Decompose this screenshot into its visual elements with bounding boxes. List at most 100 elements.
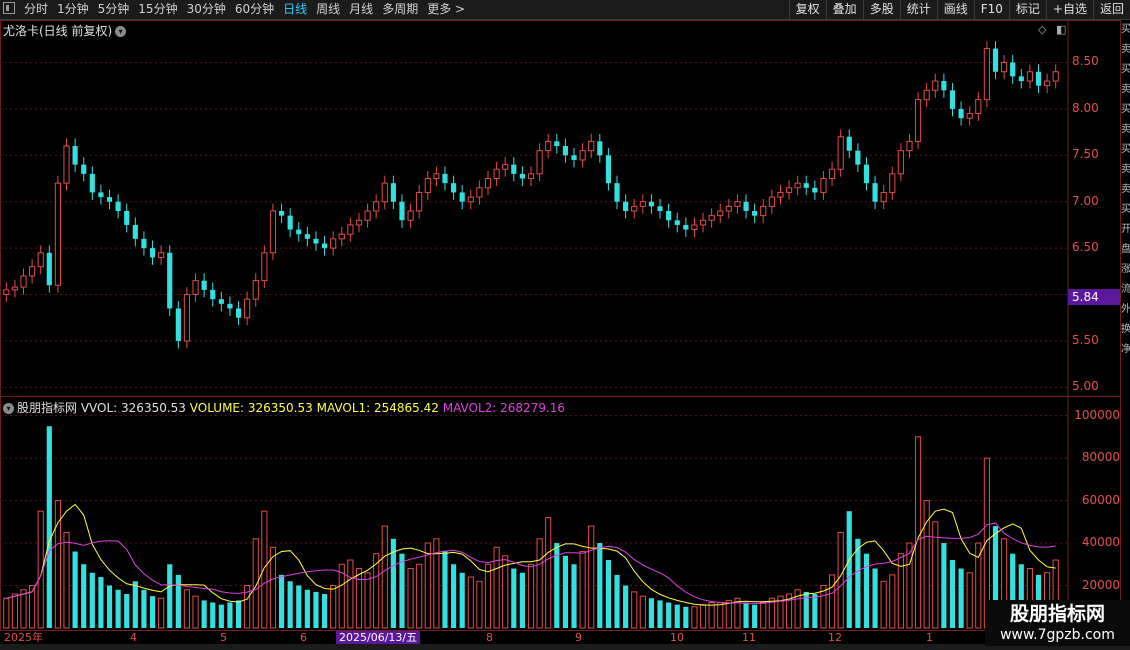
candle-body bbox=[932, 80, 939, 91]
volume-bar bbox=[502, 555, 509, 629]
volume-bar bbox=[519, 572, 525, 628]
candle-body bbox=[768, 196, 775, 207]
volume-bar bbox=[355, 568, 363, 629]
candle-body bbox=[192, 280, 199, 296]
side-strip-item[interactable]: 买 bbox=[1121, 20, 1130, 40]
date-tick-label: 8 bbox=[486, 631, 493, 644]
volume-bar bbox=[674, 604, 680, 628]
volume-bar bbox=[536, 538, 543, 629]
candle-body bbox=[106, 197, 113, 202]
candle-body bbox=[699, 219, 707, 226]
candle-body bbox=[605, 155, 611, 184]
side-strip-item[interactable]: 买 bbox=[1121, 100, 1130, 120]
side-strip-item[interactable]: 开 bbox=[1121, 220, 1130, 240]
candle-body bbox=[571, 155, 577, 160]
candle-body bbox=[261, 252, 268, 282]
volume-bar bbox=[227, 602, 233, 628]
volume-bar bbox=[364, 572, 371, 629]
side-strip-item[interactable]: 外 bbox=[1121, 300, 1130, 320]
side-strip-item[interactable]: 买 bbox=[1121, 140, 1130, 160]
side-strip-item[interactable]: 卖 bbox=[1121, 80, 1130, 100]
candle-body bbox=[46, 252, 52, 286]
volume-bar bbox=[149, 596, 156, 628]
candle-body bbox=[760, 205, 767, 217]
candle-body bbox=[183, 294, 191, 342]
side-strip-item[interactable]: 流 bbox=[1121, 280, 1130, 300]
candle-body bbox=[63, 145, 70, 184]
side-strip-item[interactable]: 净 bbox=[1121, 340, 1130, 360]
candle-body bbox=[347, 224, 354, 235]
candle-body bbox=[1026, 71, 1033, 82]
volume-bar bbox=[614, 574, 620, 628]
side-strip-item[interactable]: 卖 bbox=[1121, 120, 1130, 140]
candle-body bbox=[29, 266, 36, 277]
volume-bar bbox=[588, 525, 595, 629]
candle-body bbox=[89, 173, 95, 193]
volume-bar bbox=[484, 563, 492, 629]
date-tick-label: 9 bbox=[575, 631, 582, 644]
chevron-down-icon[interactable]: ▾ bbox=[3, 403, 14, 414]
candle-body bbox=[37, 252, 44, 268]
volume-bar bbox=[579, 551, 586, 629]
volume-bar bbox=[124, 594, 130, 628]
candle-body bbox=[3, 289, 10, 296]
volume-bar bbox=[846, 511, 852, 628]
candle-body bbox=[115, 201, 121, 211]
candle-body bbox=[1001, 61, 1008, 73]
date-tick-label: 4 bbox=[130, 631, 137, 644]
volume-bar bbox=[631, 591, 638, 629]
candle-body bbox=[683, 224, 689, 230]
side-strip-item[interactable]: 买 bbox=[1121, 60, 1130, 80]
candle-body bbox=[364, 210, 371, 221]
volume-bar bbox=[416, 563, 423, 629]
side-info-strip[interactable]: 买卖买卖买卖买卖卖买开盘涨流外换净 bbox=[1121, 20, 1130, 640]
candle-body bbox=[338, 233, 345, 240]
candle-body bbox=[785, 187, 793, 193]
volume-bar bbox=[381, 525, 388, 629]
price-tick-label: 7.00 bbox=[1072, 193, 1099, 208]
side-strip-item[interactable]: 盘 bbox=[1121, 240, 1130, 260]
side-strip-item[interactable]: 卖 bbox=[1121, 180, 1130, 200]
candle-body bbox=[20, 275, 27, 288]
volume-bar bbox=[183, 589, 191, 629]
volume-bar bbox=[657, 600, 663, 628]
candle-body bbox=[433, 173, 440, 180]
volume-bar bbox=[949, 560, 956, 628]
volume-bar bbox=[313, 591, 319, 628]
volume-tick-label: 20000 bbox=[1081, 577, 1120, 592]
candle-body bbox=[278, 211, 285, 216]
side-strip-item[interactable]: 卖 bbox=[1121, 40, 1130, 60]
volume-bar bbox=[296, 585, 302, 628]
kline-chart[interactable] bbox=[0, 0, 1121, 631]
candle-body bbox=[442, 173, 448, 184]
candle-body bbox=[373, 201, 380, 212]
side-strip-item[interactable]: 买 bbox=[1121, 200, 1130, 220]
volume-tick-label: 80000 bbox=[1081, 450, 1120, 465]
volume-bar bbox=[880, 580, 887, 629]
volume-bar bbox=[545, 517, 552, 629]
candle-body bbox=[828, 168, 836, 180]
candle-body bbox=[872, 183, 878, 202]
volume-bar bbox=[699, 604, 707, 629]
candle-body bbox=[1010, 62, 1016, 77]
candle-body bbox=[812, 187, 818, 193]
watermark-url: www.7gpzb.com bbox=[1000, 627, 1115, 643]
volume-bar bbox=[442, 551, 448, 628]
date-tick-label: 1 bbox=[926, 631, 933, 644]
candle-body bbox=[975, 99, 982, 115]
candle-body bbox=[992, 48, 999, 72]
volume-bar bbox=[941, 543, 947, 628]
volume-bar bbox=[623, 585, 629, 628]
candle-body bbox=[210, 289, 216, 300]
volume-bar bbox=[63, 531, 70, 629]
side-strip-item[interactable]: 涨 bbox=[1121, 260, 1130, 280]
side-strip-item[interactable]: 换 bbox=[1121, 320, 1130, 340]
candle-body bbox=[149, 248, 156, 258]
side-strip-item[interactable]: 卖 bbox=[1121, 160, 1130, 180]
volume-bar bbox=[141, 589, 147, 628]
candle-body bbox=[631, 205, 638, 212]
volume-bar bbox=[158, 597, 165, 629]
candle-body bbox=[725, 205, 732, 212]
volume-bar bbox=[975, 542, 982, 629]
candle-body bbox=[708, 215, 715, 221]
